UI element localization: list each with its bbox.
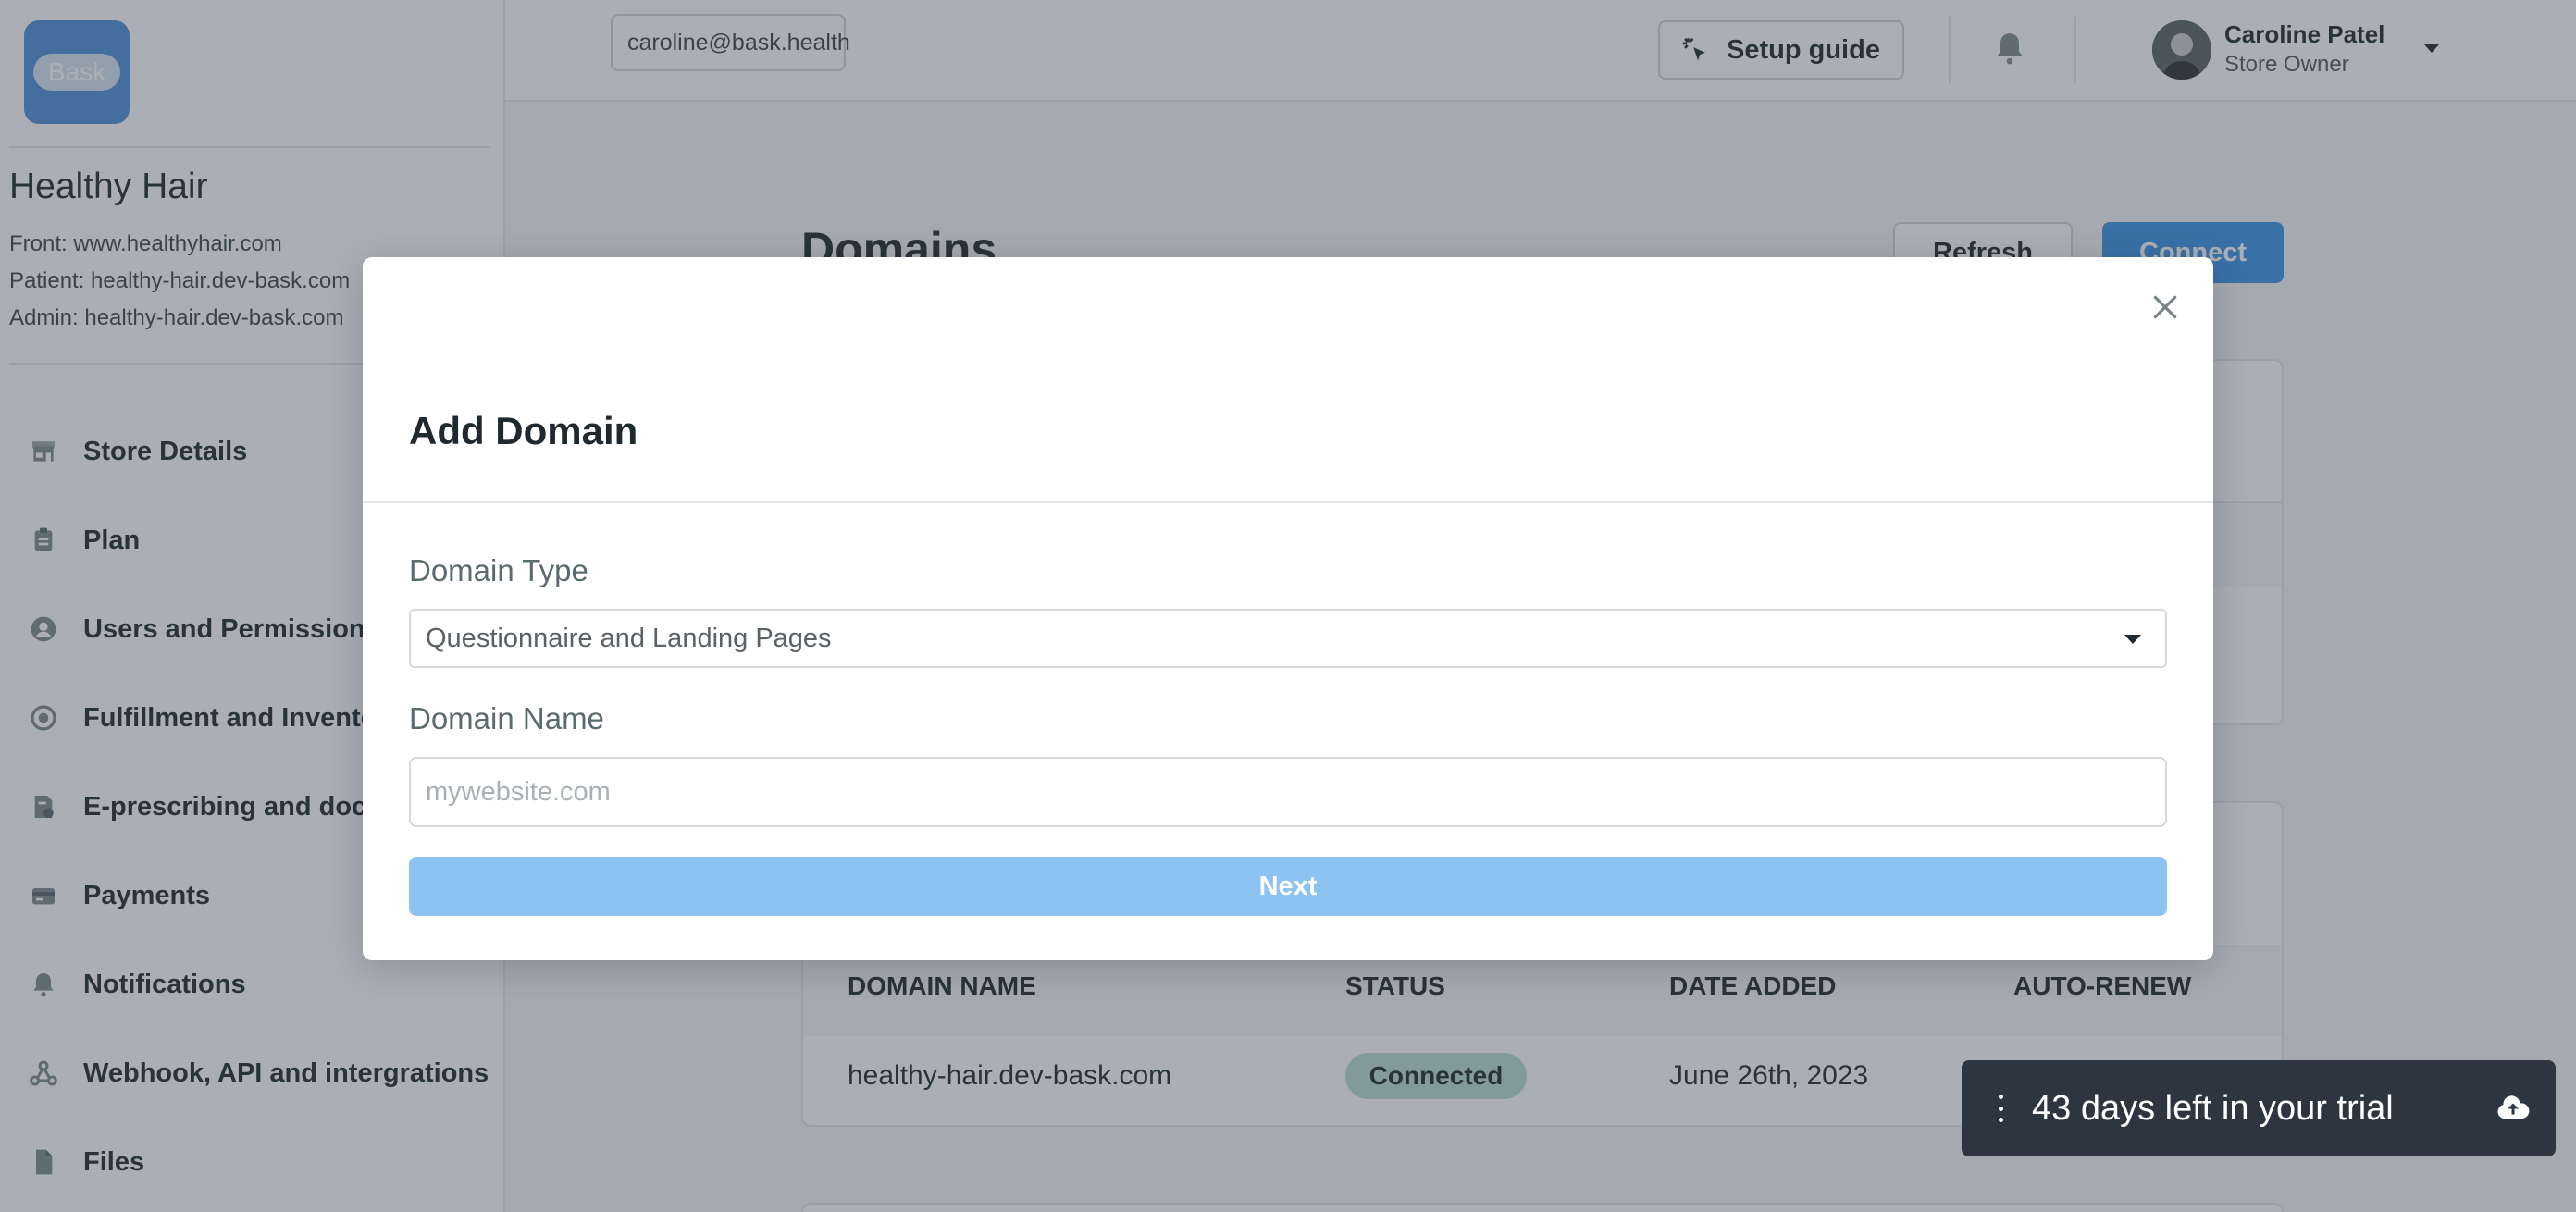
trial-text: 43 days left in your trial bbox=[2032, 1088, 2394, 1128]
add-domain-modal: Add Domain Domain Type Questionnaire and… bbox=[363, 257, 2213, 960]
domain-type-select[interactable]: Questionnaire and Landing Pages bbox=[409, 609, 2167, 668]
app: Bask Healthy Hair Front: www.healthyhair… bbox=[0, 0, 2576, 1212]
next-button[interactable]: Next bbox=[409, 857, 2167, 916]
trial-banner: 43 days left in your trial bbox=[1962, 1060, 2556, 1156]
modal-title: Add Domain bbox=[409, 409, 638, 452]
cloud-upload-icon[interactable] bbox=[2496, 1094, 2530, 1121]
domain-type-value: Questionnaire and Landing Pages bbox=[426, 623, 832, 653]
domain-type-label: Domain Type bbox=[409, 553, 588, 587]
close-icon[interactable] bbox=[2150, 292, 2180, 322]
chevron-down-icon bbox=[2124, 635, 2141, 644]
domain-name-input[interactable] bbox=[409, 757, 2167, 827]
more-options-icon[interactable] bbox=[1997, 1095, 2004, 1122]
modal-divider bbox=[363, 501, 2213, 503]
domain-name-label: Domain Name bbox=[409, 701, 604, 736]
